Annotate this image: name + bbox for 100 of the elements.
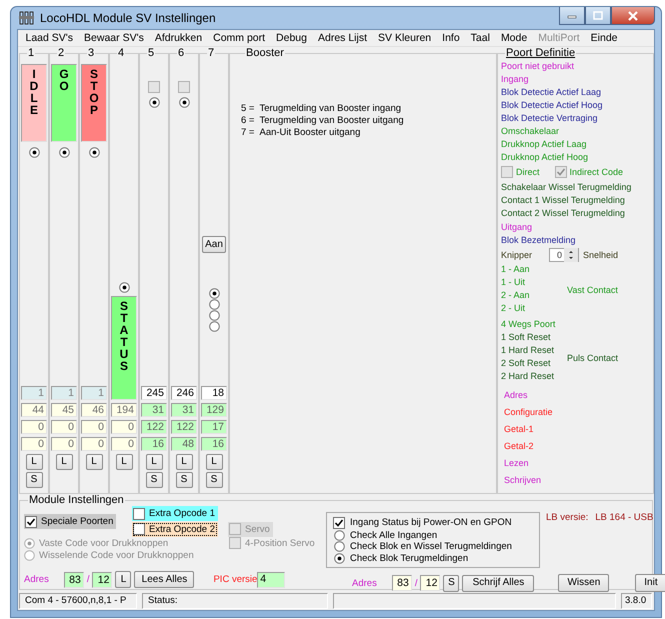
number-field[interactable]: 0 <box>51 437 77 451</box>
menu-item[interactable]: Info <box>436 32 466 44</box>
port-button[interactable]: L <box>146 454 162 470</box>
port-button[interactable]: S <box>176 472 192 488</box>
version-label: 3.8.0 <box>621 593 652 609</box>
checkbox[interactable] <box>148 81 160 93</box>
menu-item[interactable]: Adres Lijst <box>312 32 373 44</box>
lb-version: LB 164 - USB <box>595 512 654 525</box>
checkbox-label: Ingang Status bij Power-ON en GPON <box>350 517 512 528</box>
checkbox[interactable] <box>501 166 513 178</box>
radio-button[interactable] <box>208 288 220 299</box>
spin-field[interactable]: 0 <box>549 248 579 262</box>
number-field[interactable]: 246 <box>171 386 197 400</box>
radio-button[interactable] <box>208 310 220 321</box>
row-label: Schrijven <box>503 474 542 487</box>
opcode-checkbox[interactable]: Extra Opcode 2 <box>132 522 218 536</box>
number-field[interactable]: 0 <box>21 437 47 451</box>
radio-button[interactable] <box>334 552 345 564</box>
status-label: STATUS <box>111 296 137 400</box>
number-field[interactable]: 44 <box>21 403 47 417</box>
menu-item[interactable]: Einde <box>585 32 623 44</box>
minimize-button[interactable] <box>559 7 585 25</box>
port-button[interactable]: L <box>206 454 222 470</box>
radio-button[interactable] <box>178 97 190 108</box>
menu-item[interactable]: SV Kleuren <box>372 32 437 44</box>
sub-address-field[interactable]: 12 <box>92 572 112 588</box>
address-field[interactable]: 83 <box>392 575 412 591</box>
radio-button[interactable] <box>118 282 130 293</box>
action-button[interactable]: Init <box>635 574 665 592</box>
option-label: 1 - Uit <box>501 277 526 288</box>
number-field[interactable]: 0 <box>51 420 77 434</box>
opcode-checkbox[interactable]: Extra Opcode 1 <box>132 506 218 521</box>
number-field[interactable]: 48 <box>171 437 197 451</box>
booster-description: Terugmelding van Booster uitgang <box>259 115 404 127</box>
radio-button[interactable] <box>88 147 100 158</box>
menu-item[interactable]: Comm port <box>208 32 271 44</box>
spinner-arrows-icon[interactable] <box>564 248 578 262</box>
menu-item[interactable]: Laad SV's <box>20 32 79 44</box>
port-type-label: 4 Wegs Poort <box>501 319 556 330</box>
port-button[interactable]: L <box>86 454 102 470</box>
radio-button[interactable] <box>148 97 160 108</box>
speciale-checkbox[interactable]: Speciale Poorten <box>24 514 116 529</box>
radio-button[interactable] <box>208 321 220 332</box>
number-field[interactable]: 122 <box>141 420 167 434</box>
checkbox[interactable] <box>133 508 145 520</box>
number-field[interactable]: 0 <box>111 420 137 434</box>
aan-button[interactable]: Aan <box>202 236 226 253</box>
menu-item[interactable]: Afdrukken <box>149 32 208 44</box>
load-button[interactable]: L <box>115 571 132 588</box>
number-field[interactable]: 0 <box>21 420 47 434</box>
port-button[interactable]: L <box>176 454 192 470</box>
number-field[interactable]: 45 <box>51 403 77 417</box>
radio-button[interactable] <box>208 299 220 310</box>
action-button[interactable]: Lees Alles <box>134 571 194 588</box>
number-field[interactable]: 0 <box>81 420 107 434</box>
radio-button[interactable] <box>58 147 70 158</box>
checkbox[interactable] <box>333 516 345 529</box>
sub-address-field[interactable]: 12 <box>420 575 440 591</box>
port-number: 2 <box>57 47 66 59</box>
number-field[interactable]: 16 <box>201 437 227 451</box>
menu-item[interactable]: Debug <box>270 32 312 44</box>
port-type-label: Contact 2 Wissel Terugmelding <box>501 208 625 220</box>
radio-button[interactable] <box>334 541 345 552</box>
radio-button[interactable] <box>334 530 345 541</box>
number-field[interactable]: 17 <box>201 420 227 434</box>
number-field[interactable]: 0 <box>81 437 107 451</box>
save-button[interactable]: S <box>443 574 460 592</box>
action-button[interactable]: Wissen <box>558 574 610 592</box>
maximize-button[interactable] <box>585 7 611 25</box>
option-label: 2 - Aan <box>501 290 530 302</box>
port-button[interactable]: L <box>56 454 72 470</box>
checkbox[interactable] <box>25 516 37 528</box>
checkbox[interactable] <box>178 81 190 93</box>
pic-version-field[interactable]: 4 <box>257 572 286 588</box>
port-button[interactable]: S <box>26 472 42 488</box>
number-field[interactable]: 245 <box>141 386 167 400</box>
number-field[interactable]: 129 <box>201 403 227 417</box>
radio-button[interactable] <box>28 147 40 158</box>
address-field[interactable]: 83 <box>64 572 84 588</box>
checkbox[interactable] <box>133 523 145 535</box>
number-field[interactable]: 18 <box>201 386 227 400</box>
number-field[interactable]: 31 <box>171 403 197 417</box>
port-button[interactable]: S <box>146 472 162 488</box>
number-field[interactable]: 194 <box>111 403 137 417</box>
port-button[interactable]: L <box>116 454 132 470</box>
port-button[interactable]: L <box>26 454 42 470</box>
menu-item[interactable]: Taal <box>465 32 496 44</box>
number-field[interactable]: 31 <box>141 403 167 417</box>
number-field[interactable]: 16 <box>141 437 167 451</box>
number-field[interactable]: 0 <box>111 437 137 451</box>
close-button[interactable] <box>611 7 655 25</box>
number-field[interactable]: 122 <box>171 420 197 434</box>
menu-item[interactable]: Bewaar SV's <box>78 32 150 44</box>
radio-label: Check Alle Ingangen <box>350 530 438 541</box>
number-field[interactable]: 46 <box>81 403 107 417</box>
action-button[interactable]: Schrijf Alles <box>462 574 534 592</box>
menu-item[interactable]: Mode <box>495 32 533 44</box>
booster-description: Aan-Uit Booster uitgang <box>259 127 360 139</box>
port-button[interactable]: S <box>206 472 222 488</box>
checkbox[interactable] <box>554 166 567 178</box>
